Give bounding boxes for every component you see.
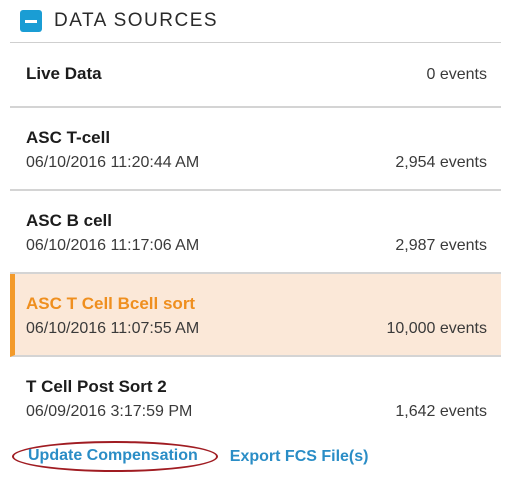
data-source-name: T Cell Post Sort 2 [26, 377, 167, 396]
data-source-name: ASC T-cell [26, 128, 111, 147]
data-source-row: ASC T-cell [26, 108, 487, 148]
minus-icon [25, 19, 37, 23]
data-source-events: 0 events [426, 66, 487, 83]
data-sources-panel: DATA SOURCES Live Data 0 events ASC T-ce… [0, 0, 515, 479]
data-source-events: 10,000 events [386, 320, 487, 337]
data-source-events: 2,954 events [395, 154, 487, 171]
data-source-timestamp: 06/09/2016 3:17:59 PM [26, 403, 193, 420]
panel-title: DATA SOURCES [54, 10, 219, 31]
export-fcs-link[interactable]: Export FCS File(s) [230, 448, 369, 466]
data-source-timestamp: 06/10/2016 11:17:06 AM [26, 237, 200, 254]
highlight-ring: Update Compensation [12, 441, 218, 472]
data-source-details: 06/10/2016 11:20:44 AM 2,954 events [26, 154, 487, 172]
update-compensation-link[interactable]: Update Compensation [28, 447, 198, 464]
data-source-name: ASC B cell [26, 211, 112, 230]
data-source-details: 06/09/2016 3:17:59 PM 1,642 events [26, 403, 487, 421]
data-source-details: 06/10/2016 11:07:55 AM 10,000 events [26, 320, 487, 338]
data-source-name: Live Data [26, 64, 102, 83]
data-source-events: 1,642 events [395, 403, 487, 420]
panel-actions: Update Compensation Export FCS File(s) [10, 441, 501, 472]
data-source-details: 06/10/2016 11:17:06 AM 2,987 events [26, 237, 487, 255]
data-source-timestamp: 06/10/2016 11:07:55 AM [26, 320, 200, 337]
panel-header: DATA SOURCES [10, 0, 501, 43]
data-source-row: ASC T Cell Bcell sort [26, 274, 487, 314]
data-source-item[interactable]: T Cell Post Sort 2 06/09/2016 3:17:59 PM… [10, 357, 501, 439]
data-source-row: Live Data 0 events [26, 43, 487, 84]
data-source-item[interactable]: ASC T-cell 06/10/2016 11:20:44 AM 2,954 … [10, 108, 501, 191]
data-source-row: ASC B cell [26, 191, 487, 231]
data-source-list: Live Data 0 events ASC T-cell 06/10/2016… [10, 43, 501, 439]
data-source-row: T Cell Post Sort 2 [26, 357, 487, 397]
data-source-events: 2,987 events [395, 237, 487, 254]
data-source-item-live[interactable]: Live Data 0 events [10, 43, 501, 108]
collapse-icon[interactable] [20, 10, 42, 32]
data-source-item-selected[interactable]: ASC T Cell Bcell sort 06/10/2016 11:07:5… [10, 274, 501, 357]
data-source-item[interactable]: ASC B cell 06/10/2016 11:17:06 AM 2,987 … [10, 191, 501, 274]
data-source-name: ASC T Cell Bcell sort [26, 294, 196, 313]
data-source-timestamp: 06/10/2016 11:20:44 AM [26, 154, 200, 171]
